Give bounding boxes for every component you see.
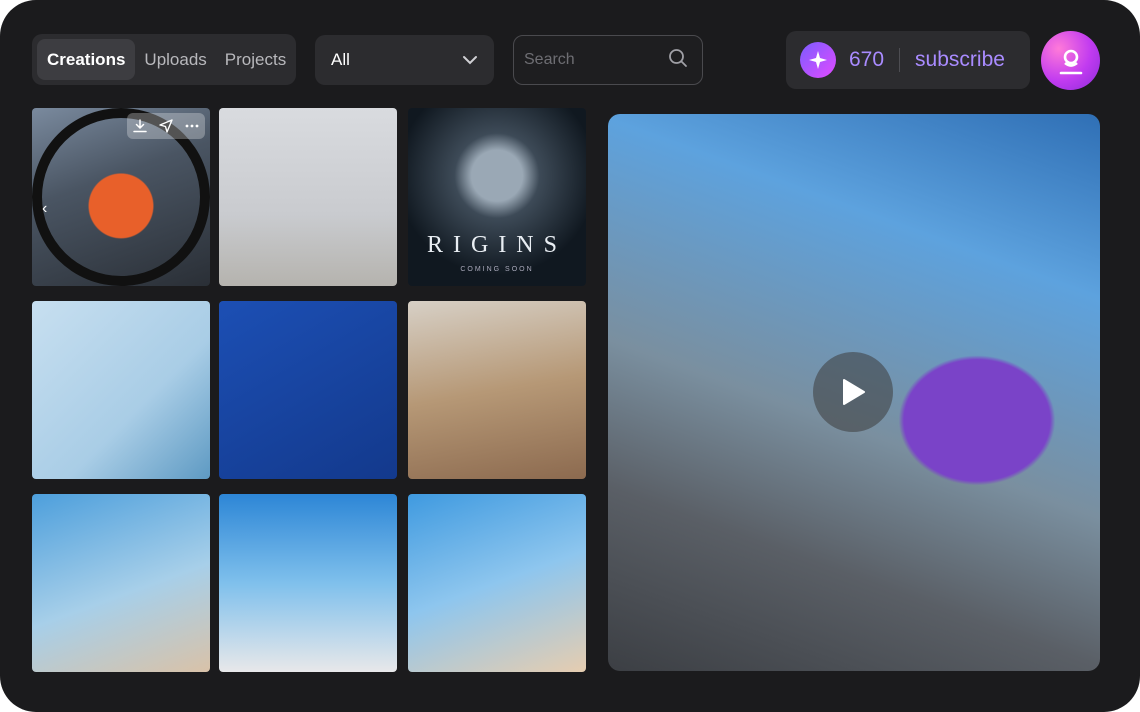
gallery-item[interactable] [219, 108, 397, 286]
subscribe-button[interactable]: subscribe [915, 48, 1005, 72]
credits-panel: 670 subscribe [786, 31, 1030, 89]
search-input[interactable] [524, 51, 654, 69]
gallery-item[interactable] [408, 494, 586, 672]
gallery-item[interactable] [32, 494, 210, 672]
poster-title: RIGINS [426, 232, 567, 258]
search-box [513, 35, 703, 85]
gallery-item[interactable] [219, 301, 397, 479]
gallery-item[interactable] [32, 301, 210, 479]
play-icon[interactable] [813, 352, 893, 432]
sparkle-icon [800, 42, 836, 78]
gallery-item[interactable] [408, 301, 586, 479]
item-actions [127, 113, 205, 139]
app-window: Creations Uploads Projects All 670 subsc… [0, 0, 1140, 712]
divider [899, 48, 901, 72]
user-avatar-icon[interactable] [1041, 31, 1100, 90]
filter-selected-value: All [331, 50, 350, 69]
video-preview[interactable] [608, 114, 1100, 671]
filter-dropdown[interactable]: All [315, 35, 494, 85]
tab-creations[interactable]: Creations [37, 39, 136, 80]
gallery-item[interactable]: RIGINS COMING SOON [408, 108, 586, 286]
poster-subtitle: COMING SOON [460, 266, 534, 273]
credit-count: 670 [849, 48, 885, 71]
gallery-item[interactable] [219, 494, 397, 672]
share-icon[interactable] [156, 116, 176, 136]
gallery-item[interactable]: ‹ [32, 108, 210, 286]
chevron-left-icon[interactable]: ‹ [42, 200, 47, 218]
download-icon[interactable] [130, 116, 150, 136]
more-icon[interactable] [182, 116, 202, 136]
tab-bar: Creations Uploads Projects [32, 34, 296, 85]
chevron-down-icon [462, 50, 478, 70]
tab-uploads[interactable]: Uploads [135, 39, 215, 80]
search-icon[interactable] [668, 48, 688, 73]
tab-projects[interactable]: Projects [216, 39, 295, 80]
